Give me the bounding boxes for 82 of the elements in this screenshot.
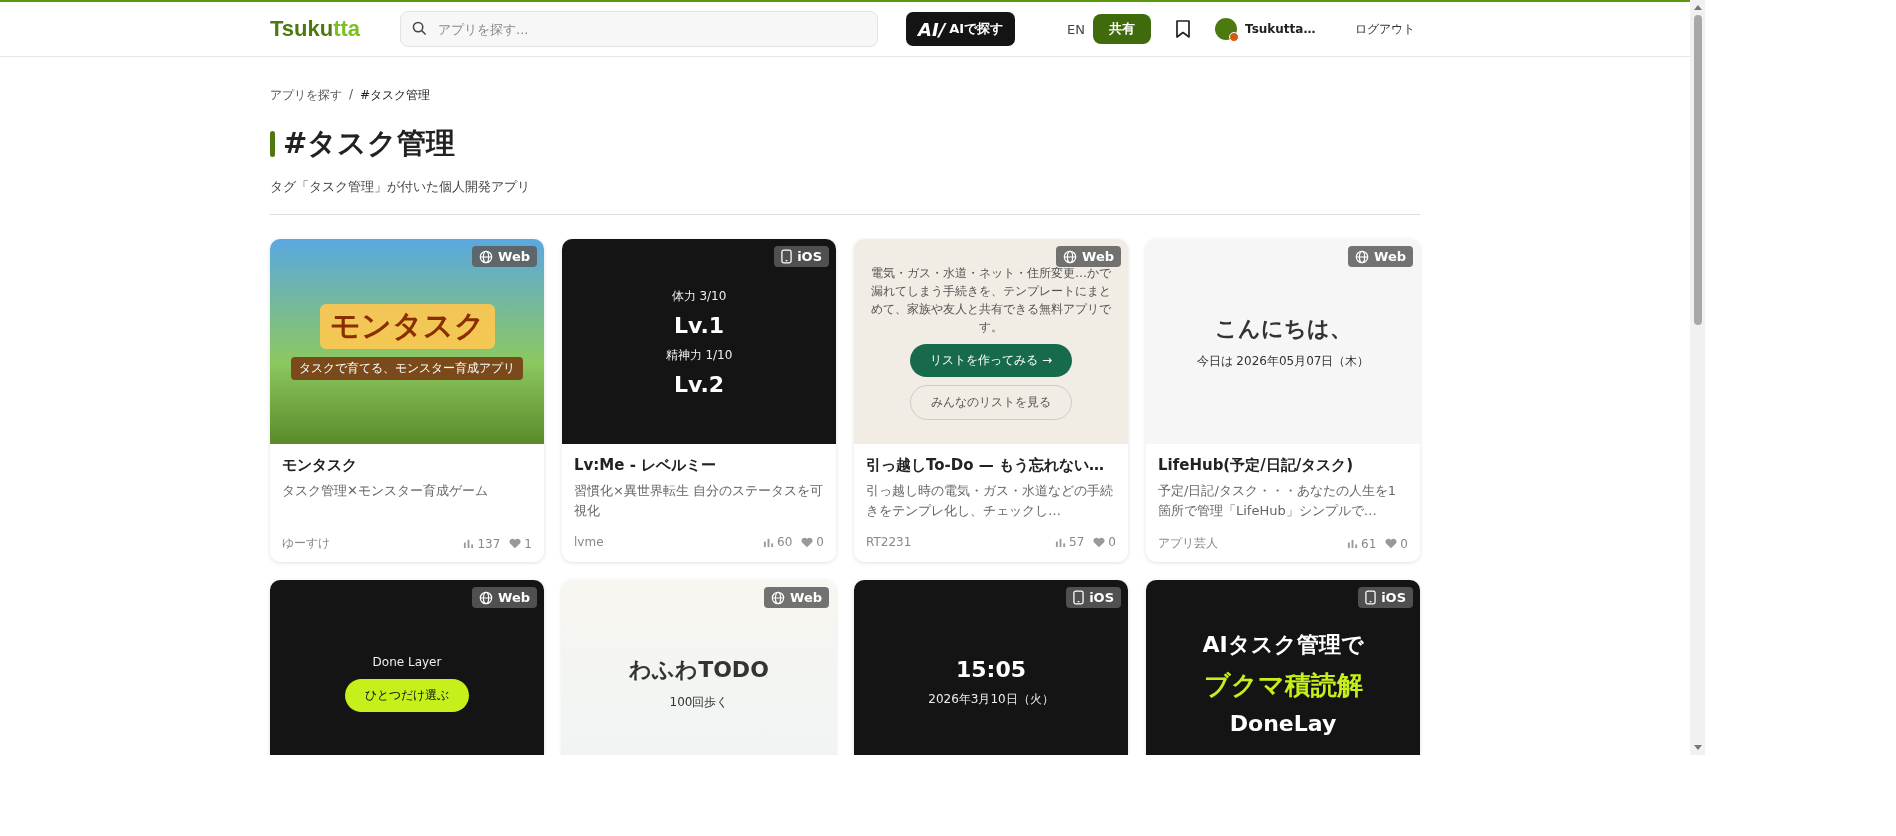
author-name: RT2231 [866, 535, 912, 549]
like-count: 0 [1400, 536, 1408, 551]
scrollbar[interactable] [1690, 0, 1705, 755]
platform-label: iOS [1381, 590, 1406, 605]
language-link[interactable]: EN [1067, 21, 1086, 37]
view-count: 57 [1069, 535, 1085, 549]
screenshot-text: AIタスク管理で [1202, 630, 1364, 659]
heart-icon [509, 538, 522, 549]
globe-icon [771, 590, 785, 605]
screenshot-text: リストを作ってみる → [910, 343, 1072, 377]
screenshot-text: タスクで育てる、モンスター育成アプリ [291, 356, 523, 380]
screenshot-text: 精神力 1/10 [665, 346, 733, 364]
bar-chart-icon [1347, 538, 1359, 549]
phone-icon [781, 249, 793, 264]
heart-icon [1385, 538, 1398, 549]
screenshot-text: Lv.1 [673, 312, 725, 338]
view-count: 61 [1361, 536, 1377, 551]
bookmark-icon[interactable] [1175, 20, 1192, 38]
breadcrumb-separator: / [349, 87, 354, 103]
screenshot-text: モンタスク [319, 303, 495, 349]
search-icon [412, 21, 427, 36]
screenshot-text: こんにちは、 [1214, 314, 1352, 343]
globe-icon [479, 249, 493, 264]
app-description: タスク管理✕モンスター育成ゲーム [282, 482, 489, 500]
app-title: LifeHub(予定/日記/タスク) [1158, 456, 1355, 475]
screenshot-text: ブクマ積読解 [1203, 668, 1363, 702]
screenshot-text: 15:05 [956, 657, 1026, 682]
ai-search-button[interactable]: AI/ AIで探す [906, 12, 1016, 46]
avatar-icon[interactable] [1215, 18, 1238, 40]
globe-icon [1355, 249, 1369, 264]
scroll-down-icon[interactable] [1693, 745, 1702, 750]
globe-icon [1063, 249, 1077, 264]
screenshot-text: DoneLay [1229, 710, 1337, 736]
screenshot-text: Lv.2 [673, 371, 725, 397]
platform-label: Web [498, 249, 530, 264]
logo[interactable]: Tsukutta [270, 16, 400, 42]
globe-icon [479, 590, 493, 605]
app-description: 予定/日記/タスク・・・あなたの人生を1箇所で管理「LifeHub」シンプルで… [1158, 482, 1398, 520]
screenshot-text: 体力 3/10 [671, 287, 727, 305]
app-description: 習慣化×異世界転生 自分のステータスを可視化 [574, 482, 824, 520]
screenshot-text: 100回歩く [669, 693, 729, 711]
app-title: 引っ越しTo-Do — もう忘れない… [866, 456, 1105, 475]
author-name: ゆーすけ [282, 535, 330, 552]
bar-chart-icon [463, 538, 475, 549]
page-title: #タスク管理 [283, 125, 456, 162]
bar-chart-icon [763, 536, 775, 548]
app-title: モンタスク [282, 456, 358, 475]
share-button[interactable]: 共有 [1093, 14, 1152, 44]
platform-label: Web [498, 590, 530, 605]
like-count: 0 [1108, 535, 1116, 549]
scroll-up-icon[interactable] [1693, 5, 1702, 10]
app-description: 引っ越し時の電気・ガス・水道などの手続きをテンプレ化し、チェックし… [866, 482, 1114, 520]
phone-icon [1365, 590, 1377, 605]
author-name: アプリ芸人 [1158, 535, 1218, 552]
screenshot-text: 電気・ガス・水道・ネット・住所変更…かで漏れてしまう手続きを、テンプレートにまとめて、家族や友人と共有できる無料アプリです。 [870, 264, 1112, 336]
platform-label: Web [790, 590, 822, 605]
phone-icon [1073, 590, 1085, 605]
app-title: Lv:Me - レベルミー [574, 456, 718, 475]
view-count: 137 [477, 536, 501, 551]
heart-icon [1093, 536, 1106, 548]
title-accent-bar [270, 131, 275, 157]
platform-label: Web [1374, 249, 1406, 264]
platform-label: iOS [797, 249, 822, 264]
like-count: 0 [816, 535, 824, 549]
user-name[interactable]: Tsukutta… [1245, 22, 1316, 36]
scrollbar-thumb[interactable] [1693, 15, 1702, 325]
screenshot-text: 今日は 2026年05月07日（木） [1196, 352, 1370, 370]
bar-chart-icon [1055, 536, 1067, 548]
platform-label: iOS [1089, 590, 1114, 605]
logout-link[interactable]: ログアウト [1355, 20, 1416, 38]
like-count: 1 [524, 536, 532, 551]
screenshot-text: ひとつだけ選ぶ [345, 679, 469, 712]
breadcrumb-link[interactable]: アプリを探す [270, 87, 342, 104]
view-count: 60 [777, 535, 793, 549]
page-subtitle: タグ「タスク管理」が付いた個人開発アプリ [270, 178, 1420, 215]
search-field[interactable]: アプリを探す... [400, 11, 878, 47]
author-name: lvme [574, 535, 604, 549]
platform-label: Web [1082, 249, 1114, 264]
screenshot-text: Done Layer [372, 654, 442, 671]
screenshot-text: わふわTODO [629, 655, 769, 684]
heart-icon [801, 536, 814, 548]
screenshot-text: 2026年3月10日（火） [928, 691, 1054, 708]
